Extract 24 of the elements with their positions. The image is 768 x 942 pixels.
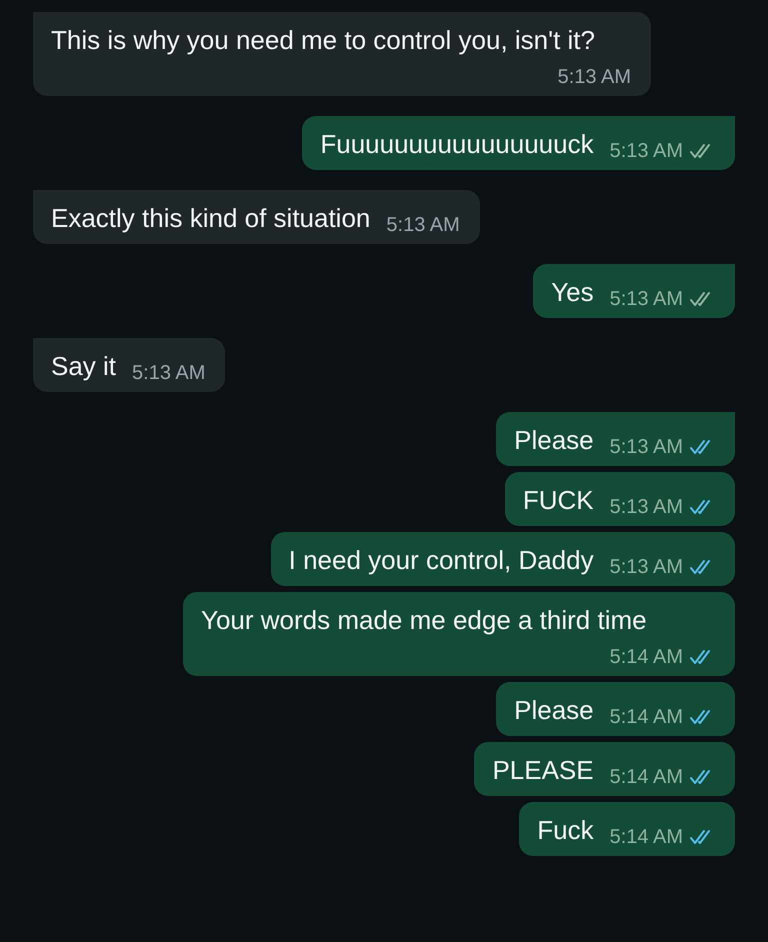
message-time: 5:14 AM bbox=[610, 705, 683, 730]
message-text: Please bbox=[514, 694, 594, 726]
message-time: 5:13 AM bbox=[610, 435, 683, 460]
message-text: I need your control, Daddy bbox=[288, 544, 594, 576]
message-text: PLEASE bbox=[492, 754, 594, 786]
message-time: 5:14 AM bbox=[610, 825, 683, 850]
message-text: Exactly this kind of situation bbox=[51, 202, 370, 234]
message-time: 5:13 AM bbox=[610, 287, 683, 312]
message-time: 5:13 AM bbox=[132, 361, 206, 386]
message-time: 5:13 AM bbox=[610, 139, 683, 164]
message-time: 5:14 AM bbox=[610, 765, 683, 790]
message-text: FUCK bbox=[522, 484, 594, 516]
message-text: Say it bbox=[51, 350, 116, 382]
message-text: Fuuuuuuuuuuuuuuuuck bbox=[320, 128, 594, 160]
message-time: 5:13 AM bbox=[610, 495, 683, 520]
message-text: Please bbox=[514, 424, 594, 456]
message-text: Fuck bbox=[537, 814, 594, 846]
message-text: This is why you need me to control you, isn't it? bbox=[51, 24, 595, 56]
message-time: 5:13 AM bbox=[558, 65, 631, 90]
message-time: 5:14 AM bbox=[610, 645, 683, 670]
message-text: Yes bbox=[551, 276, 594, 308]
message-text: Your words made me edge a third time bbox=[201, 604, 647, 636]
message-time: 5:13 AM bbox=[386, 213, 460, 238]
message-time: 5:13 AM bbox=[610, 555, 683, 580]
